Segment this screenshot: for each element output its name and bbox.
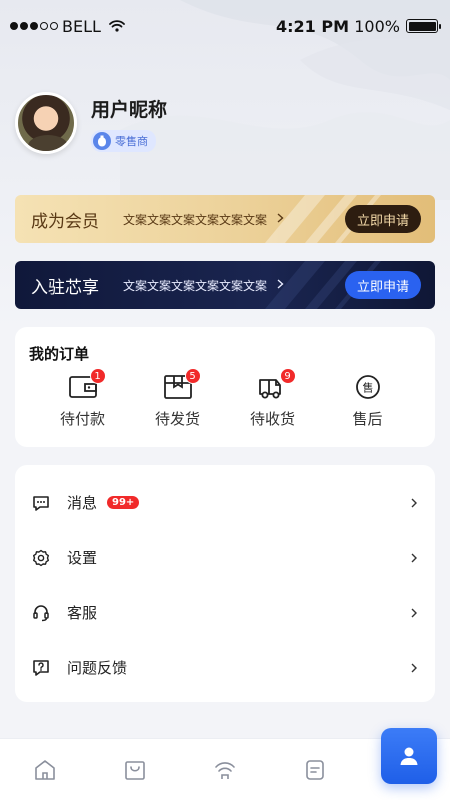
menu-label: 客服	[67, 604, 98, 622]
menu-label: 问题反馈	[67, 659, 128, 677]
order-label: 待收货	[249, 410, 295, 428]
vip-banner[interactable]: 成为会员 文案文案文案文案文案文案 立即申请	[15, 195, 435, 243]
chevron-right-icon	[277, 212, 284, 226]
truck-icon: 9	[258, 368, 296, 400]
after-sales-icon-text: 售	[362, 381, 373, 395]
profile-header[interactable]: 用户昵称 零售商	[15, 92, 167, 154]
order-after-sales[interactable]: 售 售后	[328, 374, 408, 429]
vase-icon	[93, 131, 111, 150]
status-right: 100%	[354, 16, 441, 36]
home-icon	[35, 759, 55, 780]
carrier-name: BELL	[62, 16, 101, 36]
join-apply-button[interactable]: 立即申请	[344, 271, 421, 299]
tab-orders[interactable]	[270, 739, 360, 800]
tab-shop[interactable]	[90, 739, 180, 800]
feedback-icon	[31, 658, 51, 678]
wallet-icon: 1	[68, 368, 106, 400]
join-banner-desc: 文案文案文案文案文案文案	[123, 277, 284, 294]
after-sales-icon: 售	[353, 374, 383, 400]
order-badge: 1	[89, 368, 106, 384]
vip-apply-button[interactable]: 立即申请	[344, 205, 421, 233]
gear-icon	[31, 548, 51, 568]
order-label: 售后	[352, 410, 383, 428]
tab-device[interactable]	[180, 739, 270, 800]
order-pending-receipt[interactable]: 9 待收货	[233, 368, 313, 429]
order-pending-payment[interactable]: 1 待付款	[43, 368, 123, 429]
order-badge: 9	[279, 368, 296, 384]
status-left: BELL	[10, 17, 125, 36]
headset-icon	[31, 603, 51, 623]
avatar[interactable]	[15, 92, 77, 154]
profile-text: 用户昵称 零售商	[91, 95, 167, 152]
orders-title[interactable]: 我的订单	[29, 343, 421, 364]
join-banner[interactable]: 入驻芯享 文案文案文案文案文案文案 立即申请	[15, 261, 435, 309]
menu-item-feedback[interactable]: 问题反馈	[15, 640, 435, 695]
vip-banner-desc-text: 文案文案文案文案文案文案	[123, 212, 268, 227]
status-bar: BELL 4:21 PM 100%	[0, 0, 450, 52]
tab-home[interactable]	[0, 739, 90, 800]
bag-icon	[125, 760, 145, 780]
settings-menu-card: 消息 99+ 设置 客服 问题反馈	[15, 465, 435, 702]
order-status-row: 1 待付款 5 待发货 9 待收货 售 售后	[29, 368, 421, 429]
wifi-icon	[109, 20, 125, 32]
order-label: 待发货	[154, 410, 200, 428]
document-icon	[306, 759, 324, 780]
menu-label: 消息	[67, 494, 98, 512]
signal-icon	[215, 761, 235, 779]
chevron-right-icon	[411, 553, 417, 562]
package-icon: 5	[163, 368, 201, 400]
my-orders-card: 我的订单 1 待付款 5 待发货 9 待收货 售 售后	[15, 327, 435, 447]
menu-item-settings[interactable]: 设置	[15, 530, 435, 585]
chevron-right-icon	[411, 608, 417, 617]
order-label: 待付款	[59, 410, 105, 428]
role-label: 零售商	[115, 134, 148, 148]
vip-banner-desc: 文案文案文案文案文案文案	[123, 211, 284, 228]
menu-label: 设置	[67, 549, 98, 567]
chevron-right-icon	[411, 498, 417, 507]
user-icon	[400, 747, 418, 765]
tab-profile[interactable]	[381, 728, 437, 784]
battery-icon	[406, 19, 441, 33]
signal-strength-icon	[10, 22, 58, 30]
role-badge: 零售商	[91, 129, 156, 152]
message-icon	[31, 493, 51, 513]
order-pending-shipment[interactable]: 5 待发货	[138, 368, 218, 429]
menu-item-messages[interactable]: 消息 99+	[15, 475, 435, 530]
join-banner-title: 入驻芯享	[31, 277, 99, 298]
order-badge: 5	[184, 368, 201, 384]
join-banner-desc-text: 文案文案文案文案文案文案	[123, 278, 268, 293]
menu-item-customer-service[interactable]: 客服	[15, 585, 435, 640]
user-nickname: 用户昵称	[91, 98, 168, 121]
message-count-badge: 99+	[107, 496, 140, 509]
battery-percent: 100%	[354, 16, 400, 36]
chevron-right-icon	[411, 663, 417, 672]
vip-banner-title: 成为会员	[31, 211, 99, 232]
chevron-right-icon	[277, 278, 284, 292]
